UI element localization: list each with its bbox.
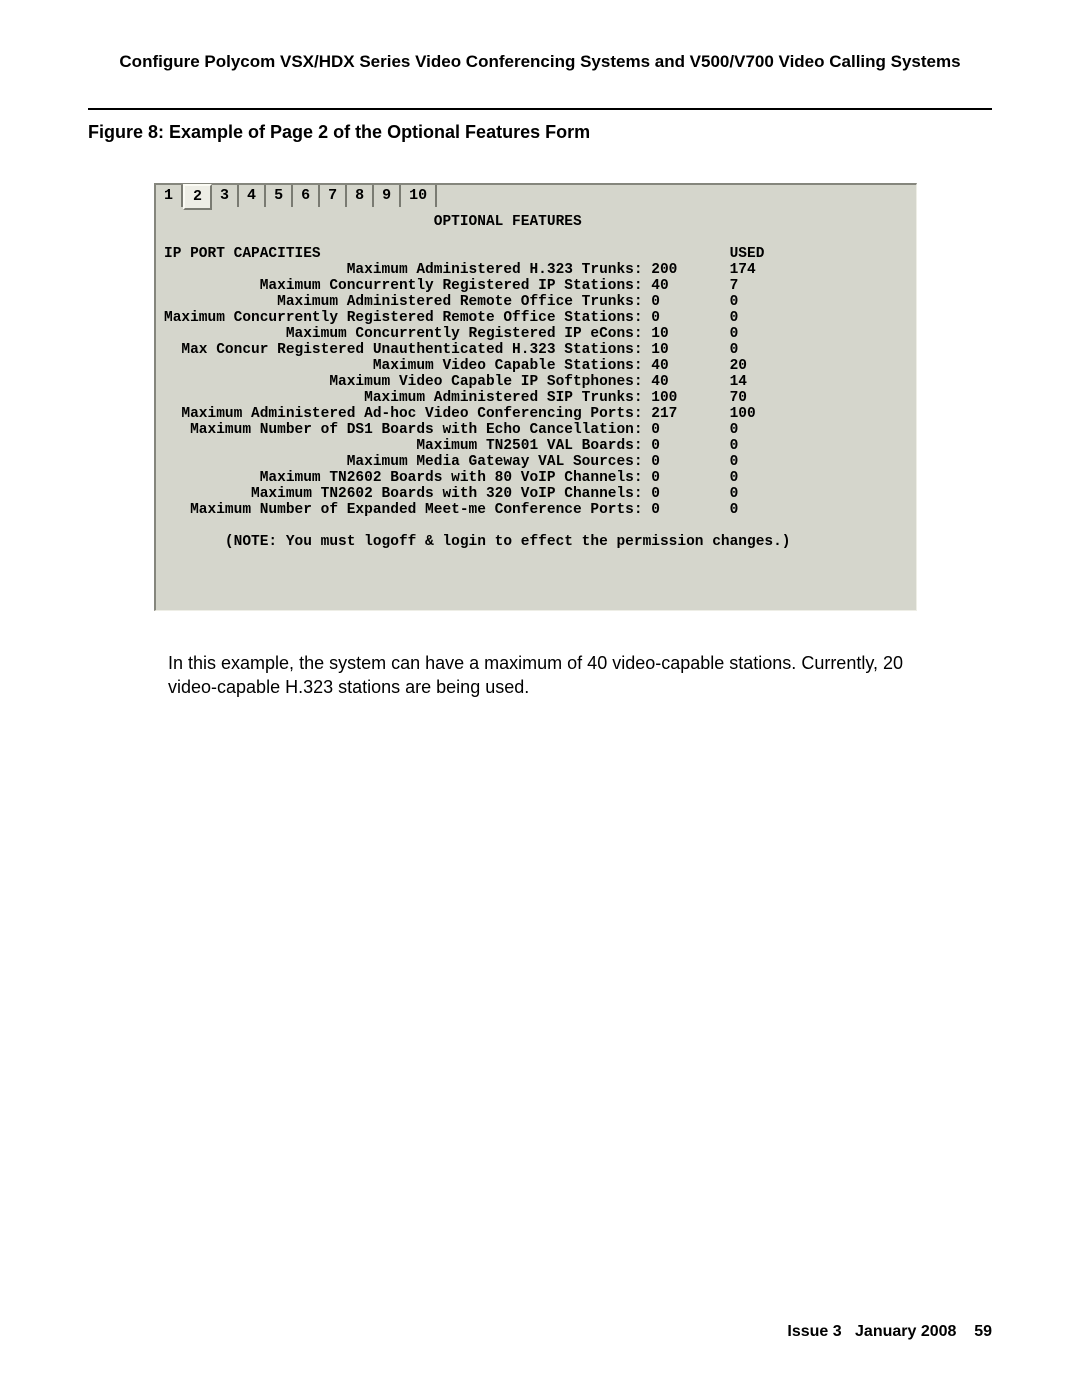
terminal-body: OPTIONAL FEATURES IP PORT CAPACITIES USE… [156, 210, 916, 610]
footer-issue: Issue 3 [787, 1323, 841, 1340]
tab-4[interactable]: 4 [239, 185, 266, 207]
tab-8[interactable]: 8 [347, 185, 374, 207]
page-footer: Issue 3 January 2008 59 [787, 1323, 992, 1341]
tab-2[interactable]: 2 [183, 184, 212, 210]
tab-7[interactable]: 7 [320, 185, 347, 207]
tab-1[interactable]: 1 [156, 185, 183, 207]
document-header: Configure Polycom VSX/HDX Series Video C… [88, 52, 992, 72]
footer-date: January 2008 [855, 1323, 956, 1340]
tab-10[interactable]: 10 [401, 185, 437, 207]
horizontal-rule [88, 108, 992, 110]
footer-page: 59 [974, 1323, 992, 1340]
tab-3[interactable]: 3 [212, 185, 239, 207]
tab-6[interactable]: 6 [293, 185, 320, 207]
tab-bar: 12345678910 [156, 185, 916, 210]
tab-5[interactable]: 5 [266, 185, 293, 207]
body-paragraph: In this example, the system can have a m… [168, 651, 948, 699]
terminal-screenshot: 12345678910 OPTIONAL FEATURES IP PORT CA… [154, 183, 917, 611]
tab-9[interactable]: 9 [374, 185, 401, 207]
figure-caption: Figure 8: Example of Page 2 of the Optio… [88, 122, 992, 143]
